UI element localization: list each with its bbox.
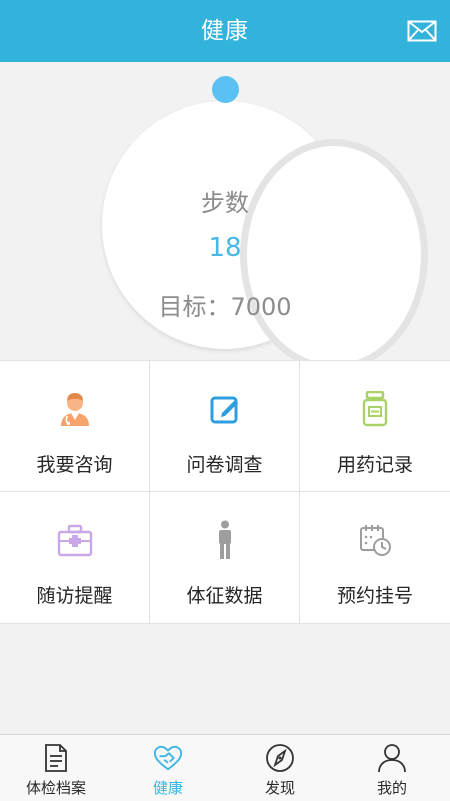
edit-note-icon	[207, 390, 243, 428]
bottom-tab-bar: 体检档案 健康 发现 我的	[0, 734, 450, 801]
medical-kit-icon	[57, 521, 93, 559]
vital-signs-button[interactable]: 体征数据	[150, 492, 300, 623]
calendar-clock-icon	[357, 521, 393, 559]
medication-record-label: 用药记录	[336, 454, 413, 476]
steps-value: 18	[208, 233, 242, 263]
appointment-label: 预约挂号	[336, 585, 413, 607]
tab-discover[interactable]: 发现	[224, 735, 336, 801]
survey-button[interactable]: 问卷调查	[150, 361, 300, 492]
survey-label: 问卷调查	[186, 454, 263, 476]
app-header: 健康	[0, 0, 450, 62]
consult-label: 我要咨询	[36, 454, 113, 476]
medicine-bottle-icon	[357, 390, 393, 428]
user-icon	[377, 742, 407, 774]
follow-up-reminder-label: 随访提醒	[36, 585, 113, 607]
mail-button[interactable]	[406, 17, 438, 45]
document-icon	[41, 742, 71, 774]
tab-discover-label: 发现	[264, 779, 295, 797]
step-ring: 步数 18 目标：7000	[102, 101, 428, 371]
tab-health-records[interactable]: 体检档案	[0, 735, 112, 801]
medication-record-button[interactable]: 用药记录	[300, 361, 450, 492]
steps-label: 步数	[201, 189, 249, 217]
tab-health-label: 健康	[152, 779, 183, 797]
mail-icon	[407, 20, 437, 42]
step-progress-knob[interactable]	[212, 76, 239, 103]
page-title: 健康	[201, 18, 249, 44]
person-icon	[207, 520, 243, 559]
compass-icon	[265, 742, 295, 774]
vital-signs-label: 体征数据	[186, 585, 263, 607]
appointment-button[interactable]: 预约挂号	[300, 492, 450, 623]
feature-grid: 我要咨询 问卷调查 用药记录 随访提醒 体征数据 预约挂号	[0, 360, 450, 624]
tab-mine-label: 我的	[376, 779, 407, 797]
steps-goal: 目标：7000	[158, 293, 292, 321]
step-counter-section: 步数 18 目标：7000	[0, 62, 450, 371]
tab-mine[interactable]: 我的	[336, 735, 448, 801]
tab-health-records-label: 体检档案	[25, 779, 86, 797]
doctor-icon	[57, 390, 93, 428]
heart-hands-icon	[153, 742, 183, 774]
consult-button[interactable]: 我要咨询	[0, 361, 150, 492]
follow-up-reminder-button[interactable]: 随访提醒	[0, 492, 150, 623]
tab-health[interactable]: 健康	[112, 735, 224, 801]
